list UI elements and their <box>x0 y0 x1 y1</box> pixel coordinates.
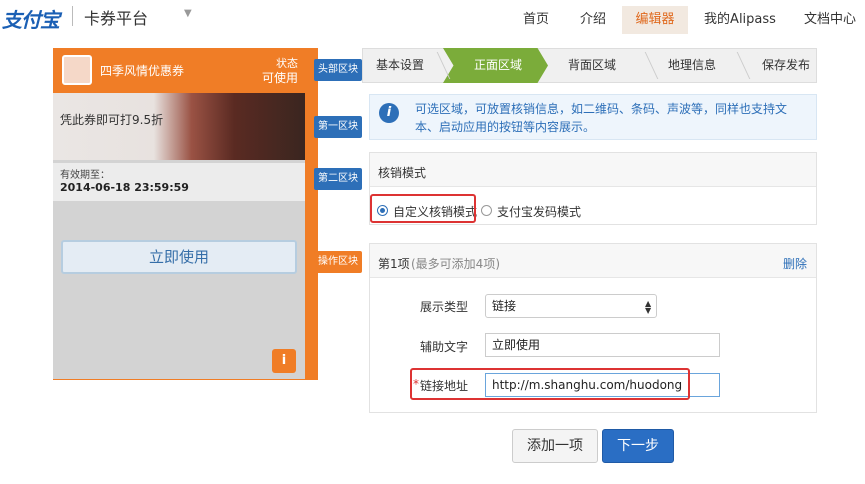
tag-second-block: 第二区块 <box>314 168 362 190</box>
pass-logo-icon <box>62 55 92 85</box>
step-front-area[interactable]: 正面区域 <box>458 48 538 83</box>
step-back-area[interactable]: 背面区域 <box>552 48 632 83</box>
highlight-box <box>410 368 690 400</box>
validity-date: 2014-06-18 23:59:59 <box>60 181 189 194</box>
nav-home[interactable]: 首页 <box>516 0 556 40</box>
validity-label: 有效期至： <box>60 170 110 181</box>
highlight-box <box>370 194 476 223</box>
nav-docs[interactable]: 文档中心 <box>798 0 862 40</box>
step-basic-settings[interactable]: 基本设置 <box>368 48 432 83</box>
select-arrows-icon[interactable]: ▲ ▼ <box>645 300 651 315</box>
type-label: 展示类型 <box>419 300 468 314</box>
platform-title: 卡券平台 <box>84 9 149 28</box>
type-select[interactable]: 链接 <box>485 294 657 318</box>
aux-text-input[interactable]: 立即使用 <box>485 333 720 357</box>
header-divider <box>72 6 73 26</box>
tag-header-block: 头部区块 <box>314 59 362 81</box>
status-value: 可使用 <box>262 71 299 85</box>
pass-title: 四季风情优惠券 <box>100 64 185 78</box>
radio-alipay-code-label[interactable]: 支付宝发码模式 <box>497 203 581 220</box>
chevron-down-icon[interactable]: ▼ <box>184 8 192 19</box>
nav-editor[interactable]: 编辑器 <box>622 6 688 34</box>
tag-first-block: 第一区块 <box>314 116 362 138</box>
info-icon[interactable]: i <box>272 349 296 373</box>
tag-action-block: 操作区块 <box>314 251 362 273</box>
step-save-publish[interactable]: 保存发布 <box>748 48 824 83</box>
next-step-button[interactable]: 下一步 <box>602 429 674 463</box>
pass-image-text: 凭此券即可打9.5折 <box>60 113 164 127</box>
delete-link[interactable]: 删除 <box>783 255 807 272</box>
radio-alipay-code[interactable] <box>481 205 492 216</box>
verify-title: 核销模式 <box>378 166 427 180</box>
use-now-button[interactable]: 立即使用 <box>61 240 297 274</box>
item-hint: (最多可添加4项) <box>411 257 500 271</box>
alipay-logo[interactable]: 支付宝 <box>2 4 60 33</box>
step-geo-info[interactable]: 地理信息 <box>652 48 732 83</box>
item-title: 第1项 <box>378 257 410 271</box>
aux-text-label: 辅助文字 <box>419 340 468 354</box>
pass-status: 状态 可使用 <box>262 56 298 86</box>
nav-my-alipass[interactable]: 我的Alipass <box>700 0 780 40</box>
verify-panel-header <box>370 153 816 187</box>
info-circle-icon: i <box>379 103 399 123</box>
nav-intro[interactable]: 介绍 <box>573 0 613 40</box>
status-label: 状态 <box>276 57 299 70</box>
info-text: 可选区域，可放置核销信息，如二维码、条码、声波等，同样也支持文本、启动应用的按钮… <box>415 102 788 134</box>
add-item-button[interactable]: 添加一项 <box>512 429 598 463</box>
